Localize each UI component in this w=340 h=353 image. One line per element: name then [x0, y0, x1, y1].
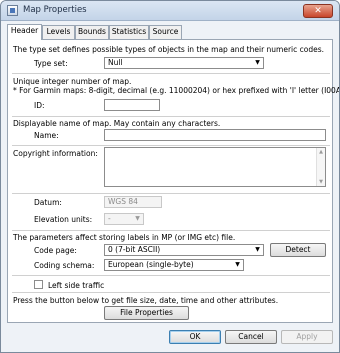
type-set-select[interactable]: Null ▼	[104, 57, 264, 69]
type-set-description: The type set defines possible types of o…	[13, 45, 325, 54]
map-properties-dialog: Map Properties ✕ Header Levels Bounds St…	[0, 0, 340, 353]
divider	[12, 145, 330, 146]
id-description: Unique integer number of map.	[13, 77, 132, 86]
id-label: ID:	[34, 101, 45, 110]
code-page-label: Code page:	[34, 246, 77, 255]
tab-source[interactable]: Source	[149, 25, 182, 39]
divider	[12, 73, 330, 74]
file-description: Press the button below to get file size,…	[13, 296, 279, 305]
coding-schema-value: European (single-byte)	[108, 260, 194, 269]
coding-schema-select[interactable]: European (single-byte) ▼	[104, 259, 244, 271]
datum-label: Datum:	[34, 198, 62, 207]
datum-field: WGS 84	[104, 196, 162, 208]
ok-button[interactable]: OK	[169, 330, 221, 344]
window-title: Map Properties	[23, 5, 87, 15]
copyright-textarea[interactable]: ▲ ▼	[104, 147, 326, 187]
code-page-value: 0 (7-bit ASCII)	[108, 245, 161, 254]
left-side-traffic-label: Left side traffic	[48, 281, 105, 290]
type-set-value: Null	[108, 58, 123, 67]
divider	[12, 230, 330, 231]
scroll-up-icon[interactable]: ▲	[317, 148, 325, 156]
cancel-button[interactable]: Cancel	[225, 330, 277, 344]
chevron-down-icon: ▼	[135, 215, 140, 222]
divider	[12, 275, 330, 276]
elevation-units-label: Elevation units:	[34, 215, 93, 224]
close-button[interactable]: ✕	[303, 4, 333, 18]
map-icon	[7, 5, 18, 16]
elevation-units-select[interactable]: - ▼	[104, 213, 144, 225]
title-bar[interactable]: Map Properties ✕	[1, 1, 339, 21]
type-set-label: Type set:	[34, 59, 68, 68]
tab-bounds[interactable]: Bounds	[75, 25, 109, 39]
name-input[interactable]	[104, 129, 326, 141]
detect-button[interactable]: Detect	[270, 243, 326, 257]
divider	[12, 116, 330, 117]
header-tab-panel: The type set defines possible types of o…	[7, 39, 339, 323]
tab-header[interactable]: Header	[7, 24, 42, 40]
tab-statistics[interactable]: Statistics	[109, 25, 149, 39]
code-page-select[interactable]: 0 (7-bit ASCII) ▼	[104, 244, 264, 256]
divider	[12, 193, 330, 194]
copyright-label: Copyright information:	[13, 149, 98, 158]
name-description: Displayable name of map. May contain any…	[13, 119, 221, 128]
chevron-down-icon: ▼	[255, 59, 260, 66]
id-hint: * For Garmin maps: 8-digit, decimal (e.g…	[13, 86, 340, 95]
left-side-traffic-checkbox[interactable]	[34, 280, 43, 289]
copyright-scrollbar[interactable]: ▲ ▼	[316, 148, 325, 186]
file-properties-button[interactable]: File Properties	[104, 306, 189, 320]
divider	[12, 292, 330, 293]
apply-button[interactable]: Apply	[281, 330, 333, 344]
name-label: Name:	[34, 131, 59, 140]
chevron-down-icon: ▼	[235, 261, 240, 268]
elevation-units-value: -	[108, 214, 111, 223]
scroll-down-icon[interactable]: ▼	[317, 178, 325, 186]
tab-levels[interactable]: Levels	[42, 25, 75, 39]
labels-description: The parameters affect storing labels in …	[13, 233, 236, 242]
coding-schema-label: Coding schema:	[34, 261, 95, 270]
chevron-down-icon: ▼	[255, 246, 260, 253]
id-input[interactable]	[104, 99, 160, 111]
